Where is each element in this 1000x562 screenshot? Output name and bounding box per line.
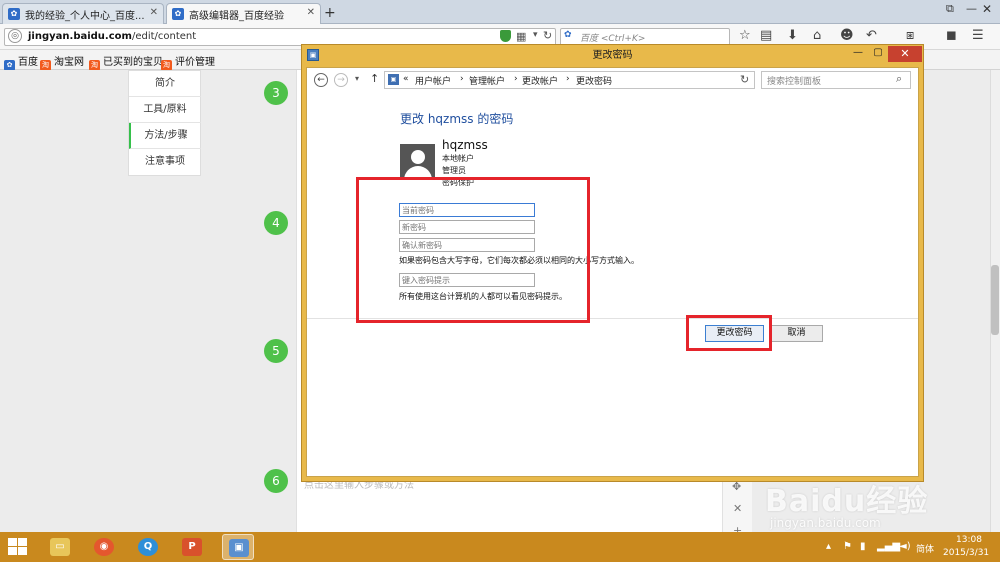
breadcrumb-separator[interactable]: › bbox=[514, 74, 518, 84]
menu-item-intro[interactable]: 简介 bbox=[129, 71, 201, 97]
chat-icon[interactable]: ☻ bbox=[840, 28, 854, 43]
bookmark-baidu[interactable]: ✿ 百度 bbox=[4, 53, 38, 71]
bookmark-label: 淘宝网 bbox=[54, 57, 84, 68]
step-number-badge: 4 bbox=[264, 211, 288, 235]
qr-code-icon[interactable]: ▦ bbox=[516, 30, 526, 43]
control-panel-icon: ▣ bbox=[388, 74, 399, 85]
crop-icon[interactable]: ⧆ bbox=[906, 28, 914, 43]
minimize-window-icon[interactable]: — bbox=[966, 2, 977, 15]
restore-window-icon[interactable]: ⧉ bbox=[946, 2, 954, 16]
maximize-icon[interactable]: ▢ bbox=[868, 47, 888, 61]
delete-icon[interactable]: ✕ bbox=[733, 502, 742, 515]
search-placeholder: 搜索控制面板 bbox=[767, 77, 822, 87]
tab-my-experience[interactable]: ✿ 我的经验_个人中心_百度... ✕ bbox=[2, 3, 164, 24]
step-number-badge: 3 bbox=[264, 81, 288, 105]
chevron-down-icon[interactable]: ▾ bbox=[355, 74, 359, 83]
user-silhouette-icon bbox=[411, 150, 425, 164]
search-icon[interactable]: ⌕ bbox=[896, 72, 902, 86]
control-panel-task-icon[interactable]: ▣ bbox=[222, 534, 254, 560]
menu-item-tools[interactable]: 工具/原料 bbox=[129, 97, 201, 123]
url-host: jingyan.baidu.com bbox=[28, 31, 132, 42]
comment-icon[interactable]: ◼ bbox=[946, 28, 957, 43]
firefox-icon[interactable]: ◉ bbox=[88, 534, 120, 560]
watermark-logo: Baidu经验 bbox=[765, 484, 929, 519]
shield-icon[interactable] bbox=[500, 30, 511, 42]
account-type: 本地帐户 bbox=[442, 154, 474, 163]
flag-icon[interactable]: ⚑ bbox=[843, 541, 852, 552]
bookmark-taobao[interactable]: 淘淘宝网 bbox=[40, 53, 84, 71]
download-icon[interactable]: ⬇ bbox=[787, 28, 798, 43]
step-number-badge: 5 bbox=[264, 339, 288, 363]
tab-advanced-editor[interactable]: ✿ 高级编辑器_百度经验 ✕ bbox=[166, 3, 321, 24]
breadcrumb-user-accounts[interactable]: 用户帐户 bbox=[415, 74, 451, 87]
bookmark-label: 评价管理 bbox=[175, 57, 215, 68]
watermark-url: jingyan.baidu.com bbox=[770, 516, 881, 530]
close-icon[interactable]: ✕ bbox=[150, 7, 158, 18]
bookmark-reviews[interactable]: 淘评价管理 bbox=[161, 53, 215, 71]
bookmark-star-icon[interactable]: ☆ bbox=[739, 28, 751, 43]
step-number-badge: 6 bbox=[264, 469, 288, 493]
cancel-button[interactable]: 取消 bbox=[770, 325, 823, 342]
annotation-highlight-button bbox=[686, 315, 772, 351]
breadcrumb-manage-accounts[interactable]: 管理帐户 bbox=[469, 74, 505, 87]
file-explorer-icon[interactable]: ▭ bbox=[44, 534, 76, 560]
user-name: hqzmss bbox=[442, 138, 488, 152]
scrollbar-thumb[interactable] bbox=[991, 265, 999, 335]
menu-item-steps[interactable]: 方法/步骤 bbox=[129, 123, 201, 149]
volume-icon[interactable]: ◄) bbox=[899, 541, 911, 552]
new-tab-button[interactable]: + bbox=[324, 5, 336, 21]
presentation-icon[interactable]: P bbox=[176, 534, 208, 560]
input-method-indicator[interactable]: 简体 bbox=[916, 542, 934, 555]
close-icon[interactable]: ✕ bbox=[888, 46, 922, 62]
refresh-icon[interactable]: ↻ bbox=[543, 29, 552, 42]
forward-arrow-icon[interactable]: → bbox=[334, 73, 348, 87]
breadcrumb-change-password[interactable]: 更改密码 bbox=[576, 74, 612, 87]
bookmark-label: 百度 bbox=[18, 57, 38, 68]
breadcrumb-overflow[interactable]: « bbox=[403, 74, 409, 84]
dialog-title: 更改密码 bbox=[592, 50, 633, 61]
refresh-icon[interactable]: ↻ bbox=[740, 73, 749, 86]
page-title: 更改 hqzmss 的密码 bbox=[400, 112, 514, 126]
baidu-paw-icon: ✿ bbox=[172, 8, 184, 20]
url-path: /edit/content bbox=[131, 31, 197, 42]
menu-icon[interactable]: ☰ bbox=[972, 28, 984, 43]
close-icon[interactable]: ✕ bbox=[307, 7, 315, 18]
tab-label: 我的经验_个人中心_百度... bbox=[25, 11, 145, 22]
home-icon[interactable]: ⌂ bbox=[813, 28, 821, 43]
bookmark-purchased[interactable]: 淘已买到的宝贝 bbox=[89, 53, 163, 71]
reading-list-icon[interactable]: ▤ bbox=[760, 28, 772, 43]
tray-arrow-icon[interactable]: ▴ bbox=[826, 541, 831, 552]
bookmark-label: 已买到的宝贝 bbox=[103, 57, 163, 68]
search-placeholder: 百度 <Ctrl+K> bbox=[580, 34, 646, 44]
annotation-highlight-fields bbox=[356, 177, 590, 323]
windows-start-icon[interactable] bbox=[8, 538, 28, 556]
baidu-search-icon: ✿ bbox=[564, 30, 572, 40]
menu-item-notes[interactable]: 注意事项 bbox=[129, 149, 201, 175]
baidu-paw-icon: ✿ bbox=[8, 8, 20, 20]
minimize-icon[interactable]: — bbox=[848, 47, 868, 61]
account-role: 管理员 bbox=[442, 166, 466, 175]
chevron-down-icon[interactable]: ▾ bbox=[533, 30, 538, 40]
clock-date[interactable]: 2015/3/31 bbox=[943, 548, 989, 558]
close-window-icon[interactable]: ✕ bbox=[982, 2, 992, 16]
back-arrow-icon[interactable]: ← bbox=[314, 73, 328, 87]
signal-icon[interactable]: ▂▄▆ bbox=[877, 541, 900, 552]
battery-icon[interactable]: ▮ bbox=[860, 541, 866, 552]
qq-icon[interactable]: Q bbox=[132, 534, 164, 560]
up-arrow-icon[interactable]: ↑ bbox=[370, 72, 379, 85]
undo-icon[interactable]: ↶ bbox=[866, 28, 877, 43]
breadcrumb-separator[interactable]: › bbox=[460, 74, 464, 84]
clock-time[interactable]: 13:08 bbox=[956, 535, 982, 545]
tab-label: 高级编辑器_百度经验 bbox=[189, 11, 284, 22]
breadcrumb-separator[interactable]: › bbox=[566, 74, 570, 84]
globe-icon: ◎ bbox=[8, 29, 22, 43]
breadcrumb-change-account[interactable]: 更改帐户 bbox=[522, 74, 558, 87]
url-text[interactable]: jingyan.baidu.com/edit/content bbox=[28, 31, 196, 42]
